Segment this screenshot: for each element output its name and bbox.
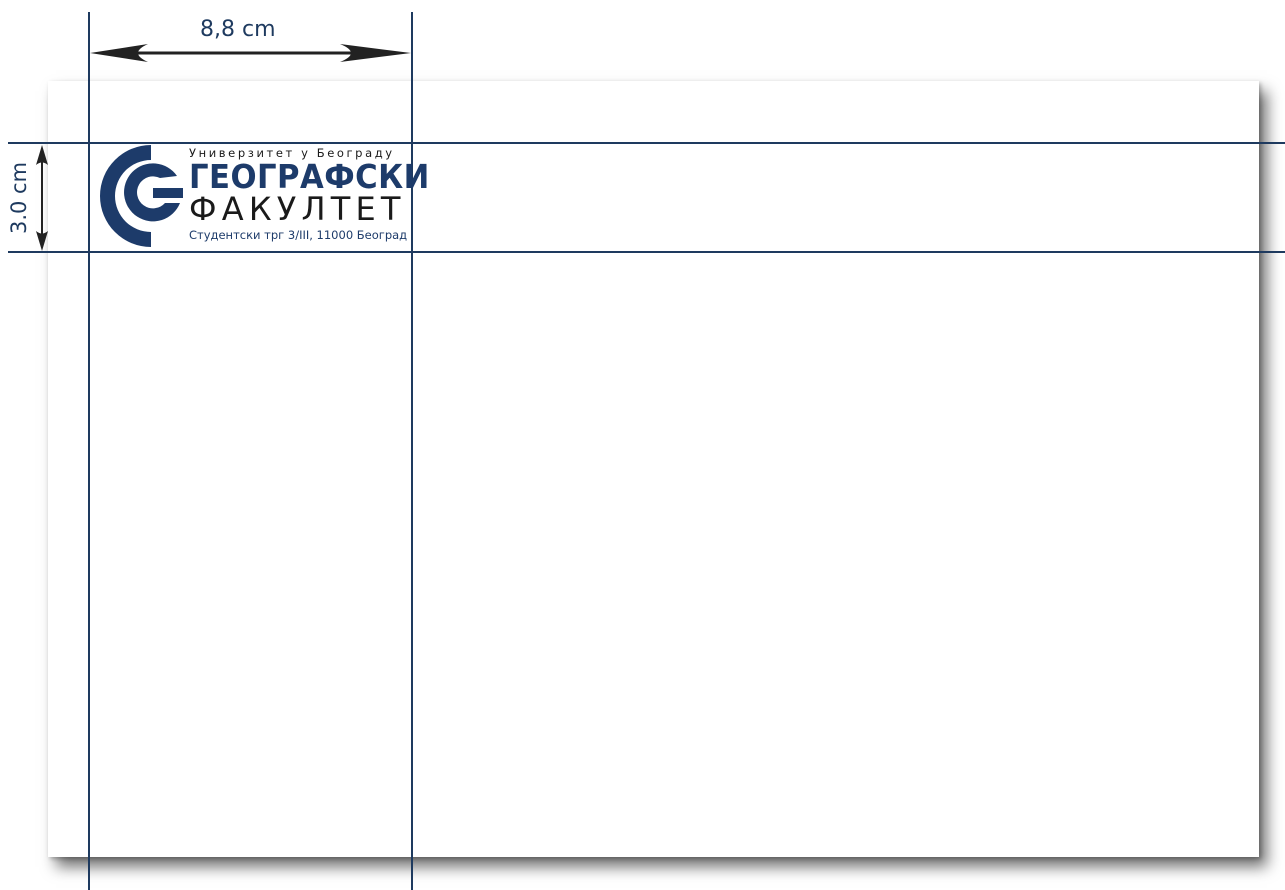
height-dimension-label: 3.0 cm [7,161,31,235]
logo-address: Студентски трг 3/III, 11000 Београд [189,228,408,242]
width-dimension-label: 8,8 cm [200,17,276,42]
logo-name-line2: ФАКУЛТЕТ [189,190,406,228]
logo-name-line1: ГЕОГРАФСКИ [189,157,430,196]
concentric-g-emblem [100,145,183,247]
drawing-overlay [36,44,411,251]
width-dimension-arrow [90,44,411,62]
height-dimension-arrow [36,145,48,251]
